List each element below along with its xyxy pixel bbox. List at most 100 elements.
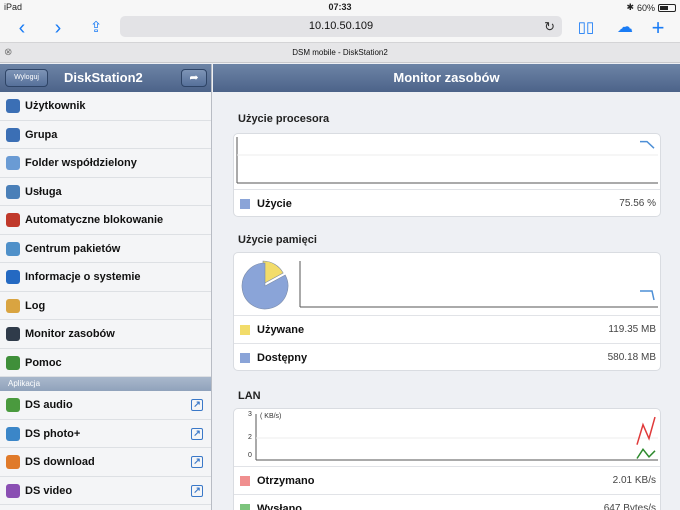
lan-card: ( KB/s) 3 2 0 Otrzymano 2.01 KB/s Wysłan… [233, 408, 661, 510]
sidebar-menu: Użytkownik Grupa Folder współdzielony Usług… [0, 92, 211, 377]
memory-chart [241, 260, 658, 310]
sidebar-item-usługa[interactable]: Usługa [0, 178, 211, 206]
sidebar-item-centrum-pakietów[interactable]: Centrum pakietów [0, 235, 211, 263]
cpu-usage-label: Użycie [257, 198, 292, 210]
lan-sent-value: 647 Bytes/s [603, 503, 656, 510]
auto-block-icon [6, 213, 20, 227]
url-text: 10.10.50.109 [308, 20, 374, 32]
sidebar-item-label: DS download [25, 456, 95, 468]
page-title: Monitor zasobów [213, 64, 680, 92]
logout-button[interactable]: Wyloguj [5, 69, 48, 87]
bookmarks-icon[interactable]: ▯▯ [576, 16, 596, 40]
sidebar-item-label: Folder współdzielony [25, 157, 137, 169]
sidebar-item-label: Usługa [25, 185, 62, 198]
sidebar-item-label: Log [25, 299, 46, 312]
memory-section-title: Użycie pamięci [238, 234, 317, 246]
resource-monitor-icon [6, 327, 20, 341]
address-bar[interactable]: 10.10.50.109 ↻ [120, 16, 562, 37]
back-icon[interactable]: ‹ [12, 16, 32, 40]
cpu-usage-swatch [240, 199, 250, 209]
memory-used-label: Używane [257, 324, 305, 336]
clock: 07:33 [328, 2, 352, 12]
sidebar-item-ds-audio[interactable]: DS audio ↗ [0, 391, 211, 420]
sidebar-item-label: Grupa [25, 128, 58, 141]
external-link-icon[interactable]: ↗ [191, 456, 203, 468]
lan-received-value: 2.01 KB/s [612, 475, 656, 486]
sidebar-item-grupa[interactable]: Grupa [0, 121, 211, 149]
share-icon[interactable]: ⇪ [86, 16, 106, 40]
sidebar-apps: DS audio ↗ DS photo+ ↗ DS download ↗ DS video ↗ [0, 391, 211, 505]
sidebar-item-log[interactable]: Log [0, 292, 211, 320]
sidebar-header: Wyloguj DiskStation2 ➦ [0, 64, 211, 92]
service-icon [6, 184, 20, 199]
sidebar-item-informacje-o-systemie[interactable]: Informacje o systemie [0, 263, 211, 292]
sidebar-item-ds-photo-[interactable]: DS photo+ ↗ [0, 420, 211, 448]
sidebar-item-monitor-zasobów[interactable]: Monitor zasobów [0, 320, 211, 349]
memory-used-value: 119.35 MB [608, 324, 656, 335]
cpu-chart [236, 137, 658, 184]
icloud-tabs-icon[interactable]: ☁ [612, 16, 638, 40]
info-icon [6, 270, 20, 284]
sidebar-item-label: DS audio [25, 399, 73, 411]
lan-section-title: LAN [238, 390, 261, 402]
lan-sent-row: Wysłano 647 Bytes/s [234, 494, 660, 510]
external-link-icon[interactable]: ↗ [191, 484, 203, 497]
external-link-icon[interactable]: ↗ [191, 399, 203, 411]
memory-pie [241, 260, 289, 310]
ds-video-icon [6, 483, 20, 498]
sidebar-item-użytkownik[interactable]: Użytkownik [0, 92, 211, 121]
shared-folder-icon [6, 156, 20, 170]
tab-title[interactable]: DSM mobile - DiskStation2 [292, 48, 388, 57]
lan-unit-label: ( KB/s) [260, 413, 282, 420]
new-tab-icon[interactable]: + [648, 16, 668, 40]
sidebar-item-label: Informacje o systemie [25, 271, 141, 283]
lan-tick-2: 2 [248, 434, 252, 441]
memory-free-swatch [240, 353, 250, 363]
lan-sent-line [636, 448, 656, 459]
user-icon [6, 99, 20, 113]
ds-audio-icon [6, 398, 20, 412]
sidebar-item-label: Automatyczne blokowanie [25, 214, 164, 226]
package-center-icon [6, 241, 20, 256]
section-header-apps: Aplikacja [0, 377, 211, 391]
browser-toolbar: ‹ › ⇪ 10.10.50.109 ↻ ▯▯ ☁ + [0, 14, 680, 42]
sidebar-item-label: Centrum pakietów [25, 242, 121, 255]
sidebar-item-label: DS photo+ [25, 427, 81, 440]
cpu-usage-row: Użycie 75.56 % [234, 189, 660, 216]
status-right: ✱ 60% [626, 2, 676, 13]
memory-free-label: Dostępny [257, 352, 308, 364]
sidebar-item-ds-video[interactable]: DS video ↗ [0, 477, 211, 505]
lan-received-line [636, 416, 656, 445]
lan-received-row: Otrzymano 2.01 KB/s [234, 466, 660, 494]
external-link-icon[interactable]: ↗ [191, 427, 203, 440]
share-arrow-icon: ➦ [189, 72, 199, 84]
memory-used-swatch [240, 325, 250, 335]
battery-icon [658, 3, 676, 12]
sidebar-item-label: Użytkownik [25, 100, 86, 112]
lan-chart [255, 414, 658, 461]
cpu-card: Użycie 75.56 % [233, 133, 661, 217]
status-bar: iPad 07:33 ✱ 60% [0, 0, 680, 14]
battery-percent: 60% [636, 2, 655, 13]
lan-tick-3: 3 [248, 411, 252, 418]
lan-sent-label: Wysłano [257, 503, 303, 510]
help-icon [6, 355, 20, 370]
forward-icon[interactable]: › [48, 16, 68, 40]
close-tab-icon[interactable]: ⊗ [4, 43, 12, 62]
bluetooth-icon: ✱ [626, 2, 634, 12]
lan-sent-swatch [240, 504, 250, 510]
memory-free-value: 580.18 MB [607, 352, 656, 363]
reload-icon[interactable]: ↻ [544, 16, 555, 37]
sidebar-item-automatyczne-blokowanie[interactable]: Automatyczne blokowanie [0, 206, 211, 235]
share-button[interactable]: ➦ [181, 69, 207, 87]
tab-bar: ⊗ DSM mobile - DiskStation2 [0, 42, 680, 63]
sidebar-item-folder-współdzielony[interactable]: Folder współdzielony [0, 149, 211, 178]
sidebar-item-ds-download[interactable]: DS download ↗ [0, 448, 211, 477]
battery-fill [660, 5, 669, 10]
sidebar: Wyloguj DiskStation2 ➦ Użytkownik Grupa Fo… [0, 64, 212, 510]
ds-download-icon [6, 455, 20, 469]
cpu-section-title: Użycie procesora [238, 113, 330, 125]
sidebar-item-pomoc[interactable]: Pomoc [0, 349, 211, 377]
ds-photo-icon [6, 426, 20, 441]
memory-usage-line [640, 290, 655, 301]
